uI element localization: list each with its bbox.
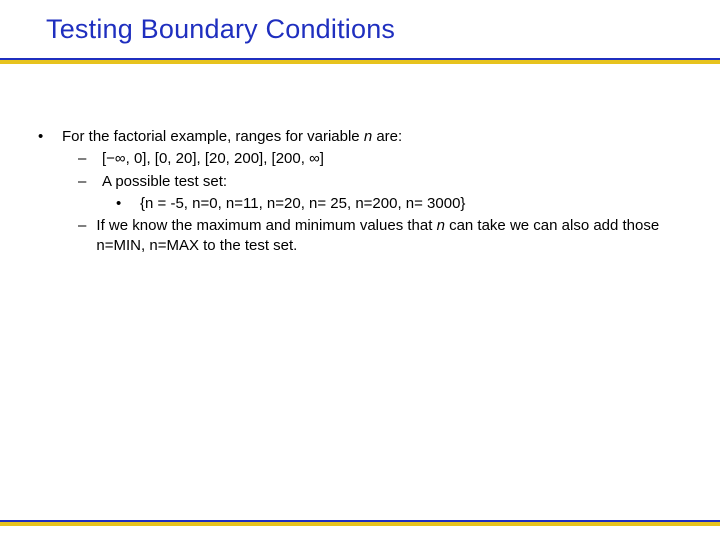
rule-gold xyxy=(0,60,720,64)
text-part: If we know the maximum and minimum value… xyxy=(96,217,436,234)
bullet-dash-icon: – xyxy=(78,216,96,257)
rule-gold xyxy=(0,522,720,526)
variable-n: n xyxy=(364,128,372,145)
possible-test-set-label: A possible test set: xyxy=(102,172,227,192)
content-area: • For the factorial example, ranges for … xyxy=(0,45,720,257)
ranges-text: [−∞, 0], [0, 20], [20, 200], [200, ∞] xyxy=(102,149,324,169)
variable-n: n xyxy=(437,217,445,234)
list-item: – If we know the maximum and minimum val… xyxy=(78,216,686,257)
footer-rule xyxy=(0,520,720,526)
list-item: – [−∞, 0], [0, 20], [20, 200], [200, ∞] xyxy=(78,149,686,169)
text: For the factorial example, ranges for va… xyxy=(62,127,402,147)
bullet-dot-icon: • xyxy=(38,127,62,147)
header-rule xyxy=(0,58,720,64)
slide: Testing Boundary Conditions • For the fa… xyxy=(0,0,720,540)
bullet-dash-icon: – xyxy=(78,149,102,169)
text-part: are: xyxy=(372,128,402,145)
list-item: – A possible test set: xyxy=(78,172,686,192)
bullet-dash-icon: – xyxy=(78,172,102,192)
list-item: • {n = -5, n=0, n=11, n=20, n= 25, n=200… xyxy=(116,194,686,214)
text-part: For the factorial example, ranges for va… xyxy=(62,128,364,145)
page-title: Testing Boundary Conditions xyxy=(46,14,720,45)
text: If we know the maximum and minimum value… xyxy=(96,216,686,257)
test-set-values: {n = -5, n=0, n=11, n=20, n= 25, n=200, … xyxy=(140,194,465,214)
list-item: • For the factorial example, ranges for … xyxy=(38,127,686,147)
bullet-dot-icon: • xyxy=(116,194,140,214)
title-area: Testing Boundary Conditions xyxy=(0,0,720,45)
